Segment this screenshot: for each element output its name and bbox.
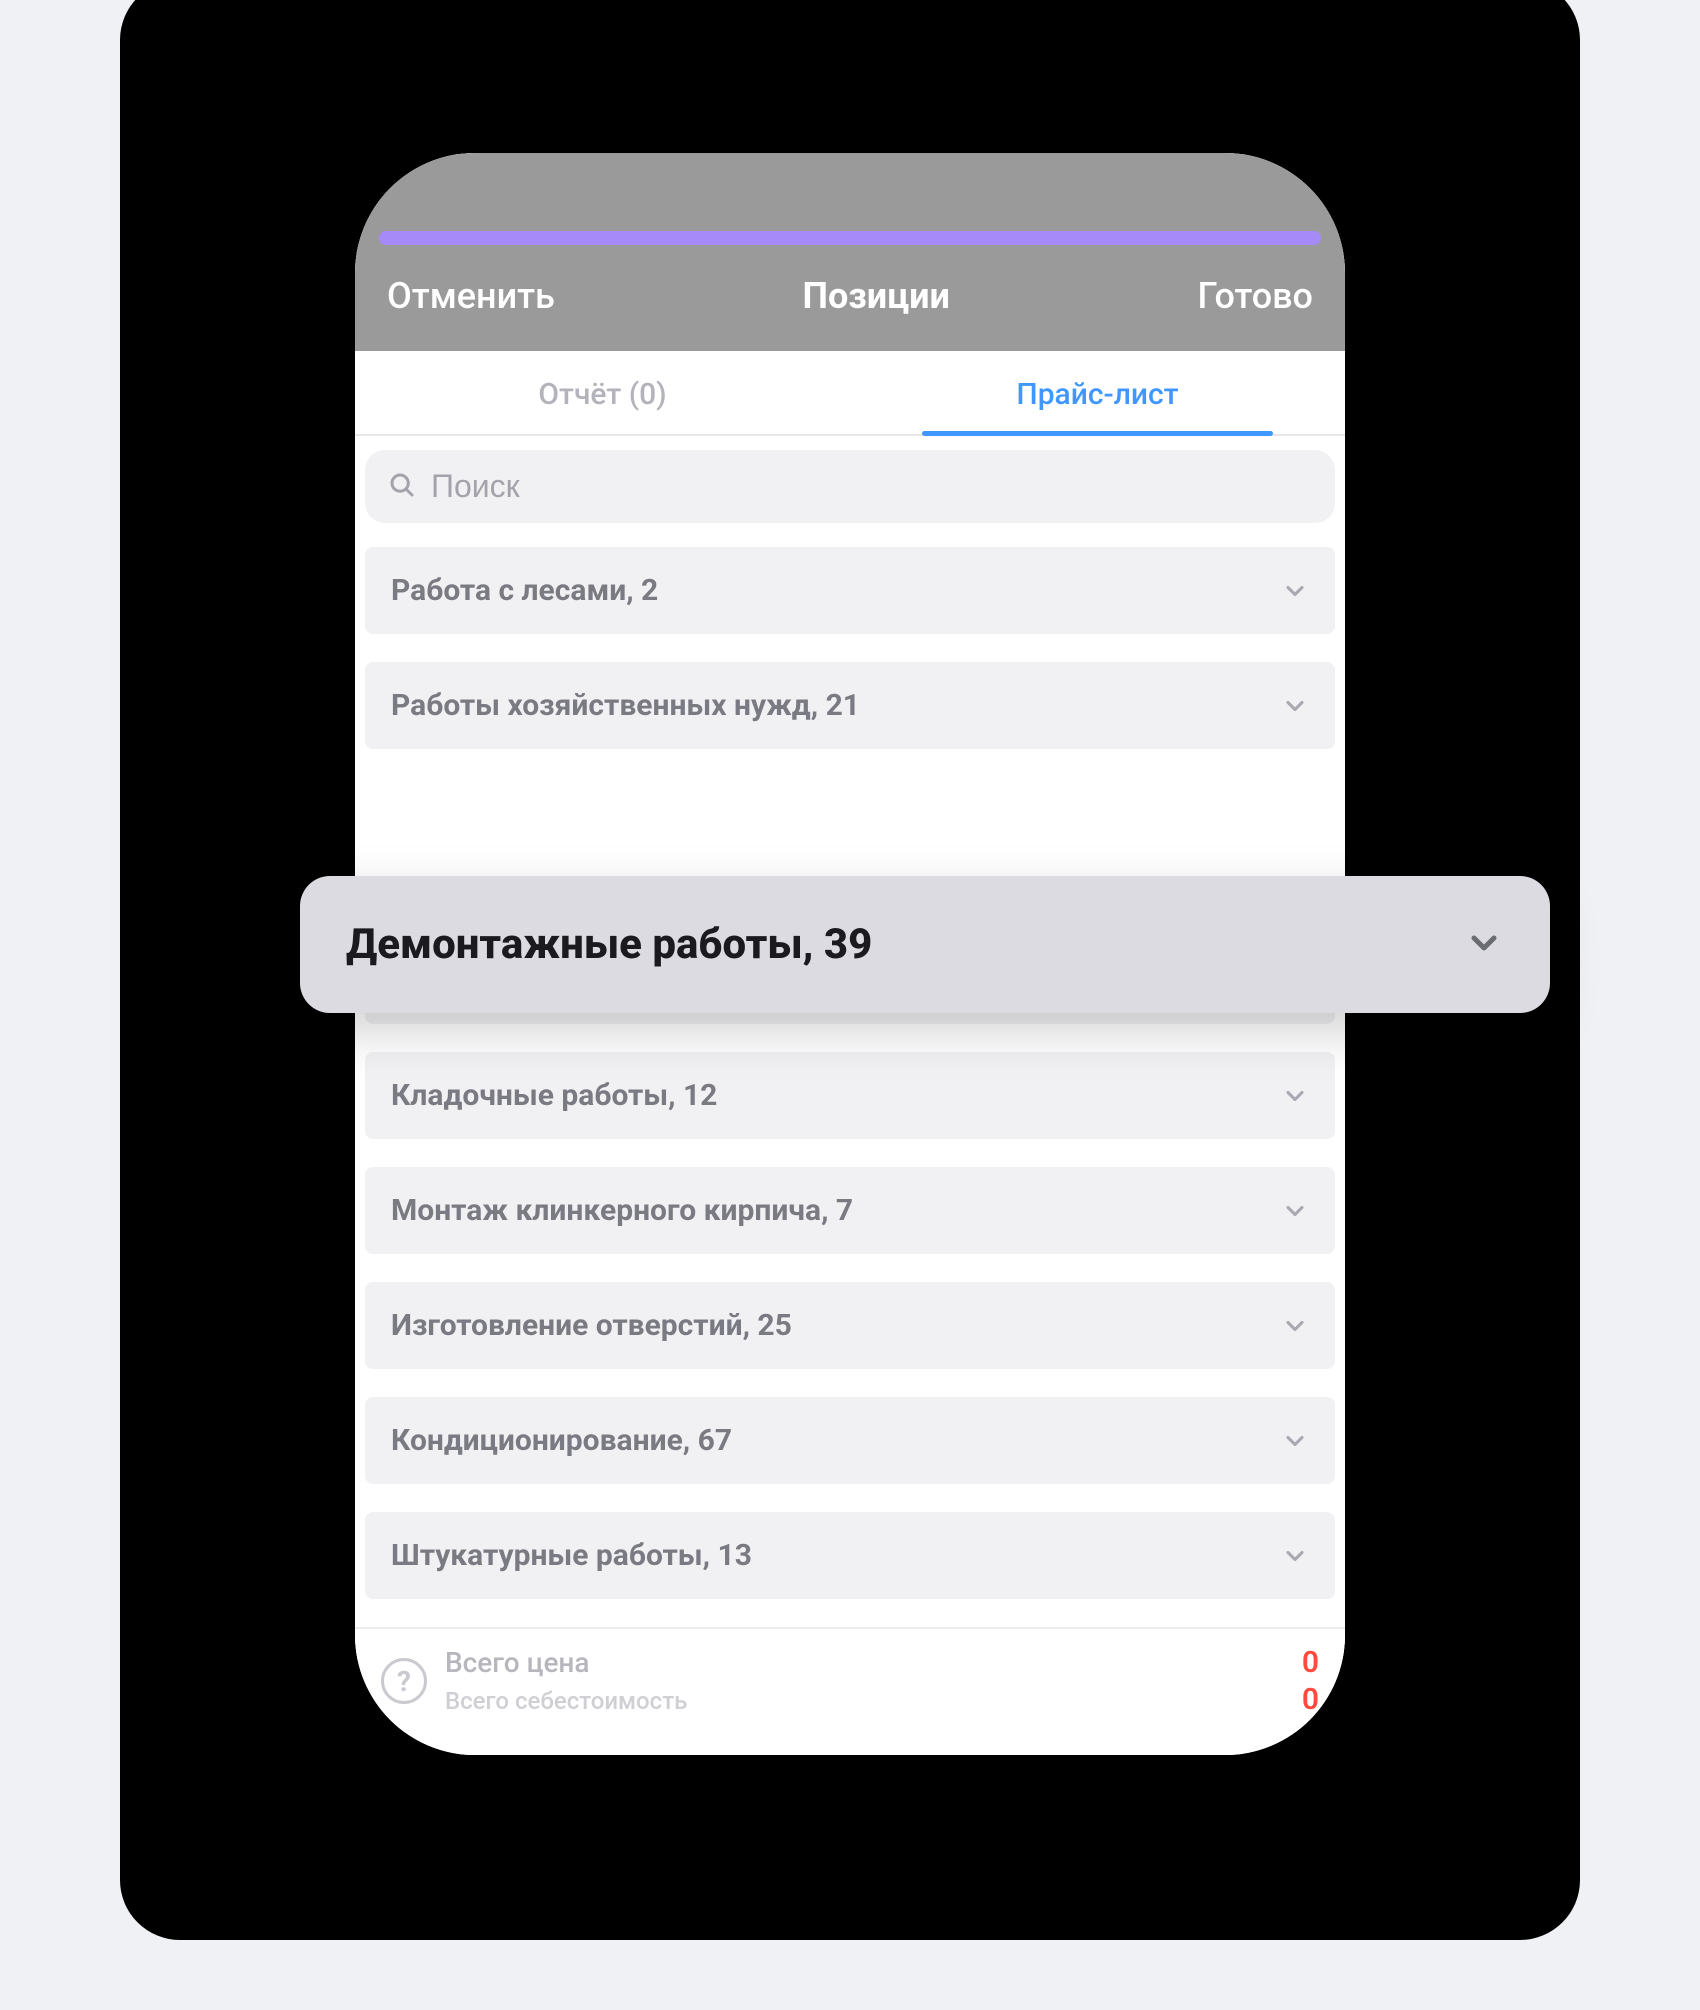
search-icon xyxy=(387,470,417,504)
tabs: Отчёт (0) Прайс-лист xyxy=(355,351,1345,436)
chevron-down-icon xyxy=(1281,1312,1309,1340)
category-label: Работа с лесами, 2 xyxy=(391,573,658,608)
chevron-down-icon xyxy=(1281,1542,1309,1570)
category-item[interactable]: Работа с лесами, 2 xyxy=(365,547,1335,634)
category-item-highlight[interactable]: Демонтажные работы, 39 xyxy=(300,876,1550,1013)
totals-block: Всего цена 0 Всего себестоимость 0 xyxy=(445,1645,1319,1717)
chevron-down-icon xyxy=(1281,577,1309,605)
category-item[interactable]: Штукатурные работы, 13 xyxy=(365,1512,1335,1599)
total-price-label: Всего цена xyxy=(445,1646,590,1679)
chevron-down-icon xyxy=(1281,692,1309,720)
category-list: Работа с лесами, 2 Работы хозяйственных … xyxy=(355,547,1345,1599)
chevron-down-icon xyxy=(1281,1197,1309,1225)
category-label: Работы хозяйственных нужд, 21 xyxy=(391,688,860,723)
category-item[interactable]: Кладочные работы, 12 xyxy=(365,1052,1335,1139)
tab-pricelist[interactable]: Прайс-лист xyxy=(850,351,1345,434)
chevron-down-icon xyxy=(1464,923,1504,967)
header-area: Отменить Позиции Готово xyxy=(355,153,1345,351)
category-label: Монтаж клинкерного кирпича, 7 xyxy=(391,1193,853,1228)
search-input[interactable] xyxy=(431,468,1313,505)
category-item[interactable]: Работы хозяйственных нужд, 21 xyxy=(365,662,1335,749)
cancel-button[interactable]: Отменить xyxy=(387,275,555,317)
category-item[interactable]: Кондиционирование, 67 xyxy=(365,1397,1335,1484)
chevron-down-icon xyxy=(1281,1082,1309,1110)
search-container xyxy=(355,436,1345,547)
category-label: Демонтажные работы, 39 xyxy=(346,920,872,969)
total-cost-value: 0 xyxy=(1302,1682,1319,1717)
accent-bar xyxy=(379,231,1321,245)
tab-report[interactable]: Отчёт (0) xyxy=(355,351,850,434)
done-button[interactable]: Готово xyxy=(1198,275,1313,317)
help-icon[interactable]: ? xyxy=(381,1658,427,1704)
category-label: Изготовление отверстий, 25 xyxy=(391,1308,792,1343)
page-title: Позиции xyxy=(803,275,950,317)
footer-totals: ? Всего цена 0 Всего себестоимость 0 xyxy=(355,1627,1345,1755)
search-field[interactable] xyxy=(365,450,1335,523)
category-label: Штукатурные работы, 13 xyxy=(391,1538,752,1573)
category-label: Кондиционирование, 67 xyxy=(391,1423,732,1458)
chevron-down-icon xyxy=(1281,1427,1309,1455)
nav-bar: Отменить Позиции Готово xyxy=(355,245,1345,351)
category-label: Кладочные работы, 12 xyxy=(391,1078,717,1113)
category-item[interactable]: Изготовление отверстий, 25 xyxy=(365,1282,1335,1369)
category-item[interactable]: Монтаж клинкерного кирпича, 7 xyxy=(365,1167,1335,1254)
total-cost-label: Всего себестоимость xyxy=(445,1687,687,1715)
total-price-value: 0 xyxy=(1302,1645,1319,1680)
